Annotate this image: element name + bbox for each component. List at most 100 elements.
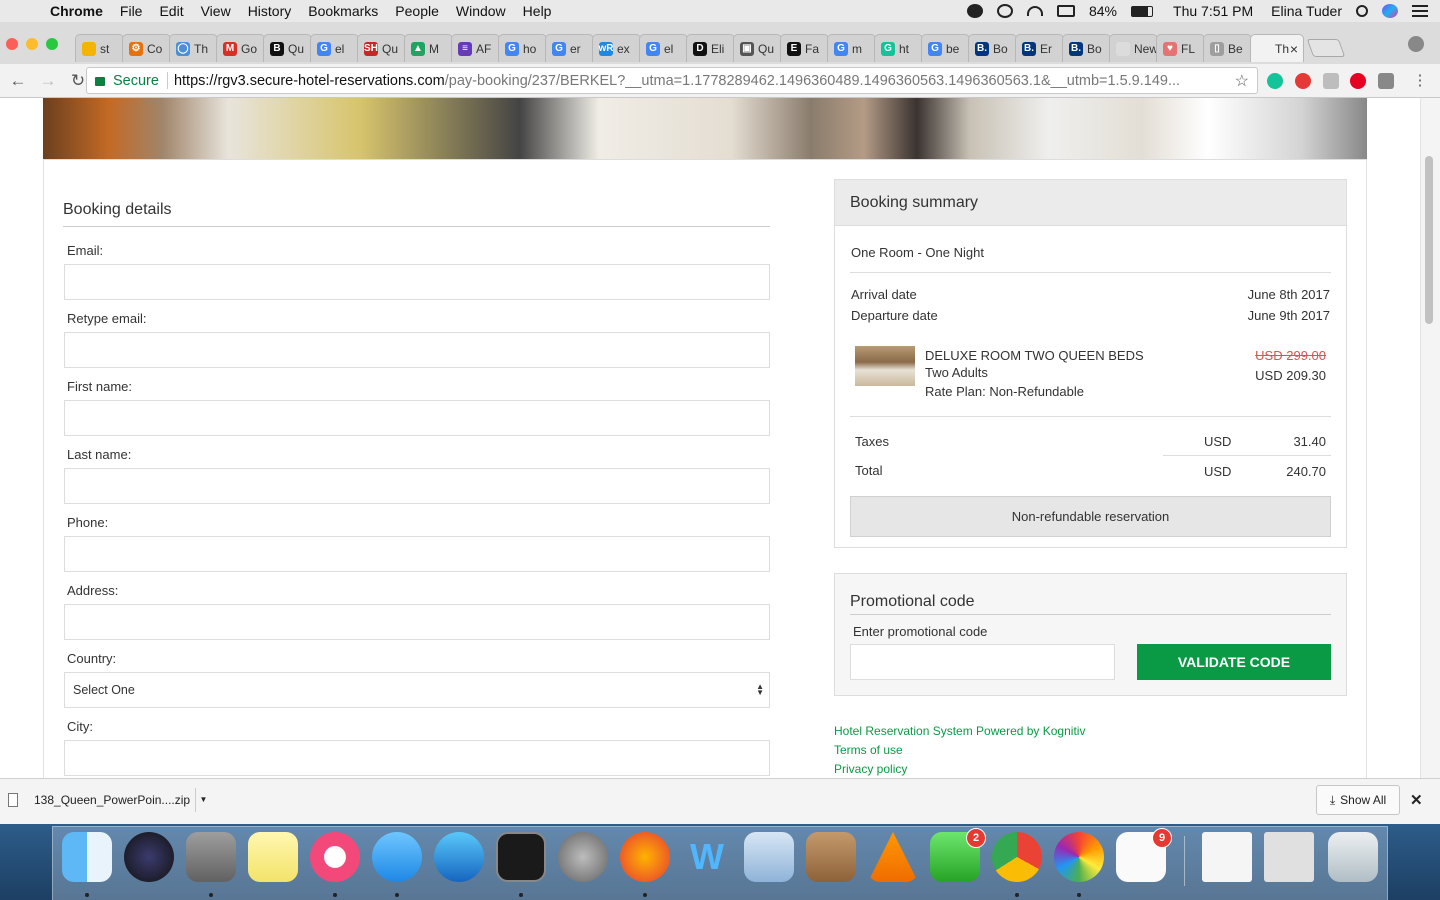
reminders-icon[interactable]: 9 bbox=[1116, 828, 1172, 882]
zoom-window-button[interactable] bbox=[46, 38, 58, 50]
browser-tab[interactable]: wR ex bbox=[592, 34, 641, 62]
browser-tab[interactable]: ♥ FL bbox=[1156, 34, 1205, 62]
close-window-button[interactable] bbox=[6, 38, 18, 50]
browser-tab[interactable]: ⚙ Co bbox=[122, 34, 171, 62]
browser-tab[interactable]: Gbe bbox=[921, 34, 970, 62]
menu-people[interactable]: People bbox=[395, 3, 439, 19]
close-tab-icon[interactable]: × bbox=[1290, 41, 1298, 57]
address-field[interactable] bbox=[64, 604, 770, 640]
powered-by-link[interactable]: Hotel Reservation System Powered by Kogn… bbox=[834, 724, 1085, 738]
retype-email-field[interactable] bbox=[64, 332, 770, 368]
browser-tab[interactable]: ≡ AF bbox=[451, 34, 500, 62]
preview-icon[interactable] bbox=[744, 832, 794, 882]
firefox-icon[interactable] bbox=[620, 832, 670, 882]
browser-tab[interactable]: B. Bo bbox=[1062, 34, 1111, 62]
promo-code-input[interactable] bbox=[850, 644, 1115, 680]
profile-icon[interactable] bbox=[1408, 36, 1424, 52]
terms-of-use-link[interactable]: Terms of use bbox=[834, 743, 903, 757]
wifi-icon[interactable] bbox=[1026, 6, 1043, 16]
menu-help[interactable]: Help bbox=[523, 3, 552, 19]
activity-monitor-icon[interactable] bbox=[496, 832, 546, 882]
forward-arrow-icon[interactable]: → bbox=[36, 71, 60, 91]
show-all-button[interactable]: ⤓ Show All bbox=[1316, 785, 1400, 815]
validate-code-button[interactable]: VALIDATE CODE bbox=[1137, 644, 1331, 680]
extension-gray-icon[interactable] bbox=[1323, 73, 1339, 89]
browser-tab[interactable]: ▯ Be bbox=[1203, 34, 1252, 62]
finder-icon[interactable] bbox=[62, 832, 112, 882]
menu-bookmarks[interactable]: Bookmarks bbox=[308, 3, 378, 19]
itunes-icon[interactable] bbox=[310, 832, 360, 882]
browser-tab[interactable]: E Fa bbox=[780, 34, 829, 62]
menubar-user[interactable]: Elina Tuder bbox=[1271, 3, 1342, 19]
browser-tab[interactable]: B. Er bbox=[1015, 34, 1064, 62]
address-bar[interactable]: Secure https://rgv3.secure-hotel-reserva… bbox=[86, 67, 1258, 94]
word-icon[interactable]: W bbox=[682, 832, 732, 882]
app-store-icon[interactable] bbox=[434, 832, 484, 882]
chrome-icon[interactable] bbox=[992, 832, 1042, 882]
browser-tab[interactable]: Gho bbox=[498, 34, 547, 62]
browser-tab[interactable]: ▲ M bbox=[404, 34, 453, 62]
menu-history[interactable]: History bbox=[248, 3, 292, 19]
menubar-clock[interactable]: Thu 7:51 PM bbox=[1173, 3, 1253, 19]
country-select[interactable]: Select One ▲ ▼ bbox=[64, 672, 770, 708]
browser-tab[interactable]: Gel bbox=[310, 34, 359, 62]
browser-tab[interactable]: Gel bbox=[639, 34, 688, 62]
notification-center-icon[interactable] bbox=[1412, 5, 1428, 17]
new-tab-button[interactable] bbox=[1306, 39, 1346, 57]
extension-badge-icon[interactable] bbox=[1295, 73, 1311, 89]
browser-tab[interactable]: SH Qu bbox=[357, 34, 406, 62]
menu-file[interactable]: File bbox=[120, 3, 143, 19]
download-menu-caret-icon[interactable]: ▼ bbox=[195, 788, 211, 812]
notification-icon[interactable] bbox=[966, 4, 983, 18]
calculator-icon[interactable] bbox=[186, 832, 236, 882]
bookmark-star-icon[interactable]: ☆ bbox=[1235, 71, 1249, 91]
download-item[interactable]: 138_Queen_PowerPoin....zip ▼ bbox=[8, 785, 207, 815]
close-download-bar-icon[interactable]: ✕ bbox=[1410, 791, 1423, 809]
privacy-policy-link[interactable]: Privacy policy bbox=[834, 762, 907, 776]
time-machine-icon[interactable] bbox=[996, 4, 1013, 18]
chrome-menu-icon[interactable]: ⋮ bbox=[1408, 71, 1432, 89]
system-preferences-icon[interactable] bbox=[558, 832, 608, 882]
first-name-field[interactable] bbox=[64, 400, 770, 436]
menu-view[interactable]: View bbox=[201, 3, 231, 19]
menu-edit[interactable]: Edit bbox=[159, 3, 183, 19]
city-field[interactable] bbox=[64, 740, 770, 776]
pinterest-icon[interactable] bbox=[1350, 73, 1366, 89]
phone-field[interactable] bbox=[64, 536, 770, 572]
browser-tab[interactable]: B. Bo bbox=[968, 34, 1017, 62]
airplay-icon[interactable] bbox=[1056, 5, 1075, 17]
notes-icon[interactable] bbox=[248, 832, 298, 882]
siri-dock-icon[interactable] bbox=[124, 832, 174, 882]
tab-active[interactable]: Th × bbox=[1250, 34, 1304, 62]
last-name-field[interactable] bbox=[64, 468, 770, 504]
grammarly-extension-icon[interactable] bbox=[1267, 73, 1283, 89]
browser-tab[interactable]: D Eli bbox=[686, 34, 735, 62]
photos-icon[interactable] bbox=[1054, 832, 1104, 882]
trash-icon[interactable] bbox=[1328, 832, 1378, 882]
siri-icon[interactable] bbox=[1382, 4, 1398, 18]
spotlight-icon[interactable] bbox=[1356, 5, 1368, 17]
browser-tab[interactable]: New bbox=[1109, 34, 1158, 62]
browser-tab[interactable]: M Go bbox=[216, 34, 265, 62]
back-arrow-icon[interactable]: ← bbox=[6, 71, 30, 91]
browser-tab[interactable]: st bbox=[75, 34, 124, 62]
email-field[interactable] bbox=[64, 264, 770, 300]
facetime-icon[interactable]: 2 bbox=[930, 828, 986, 882]
minimized-window-icon[interactable] bbox=[1264, 832, 1314, 882]
browser-tab[interactable]: Ght bbox=[874, 34, 923, 62]
minimize-window-button[interactable] bbox=[26, 38, 38, 50]
contacts-icon[interactable] bbox=[806, 832, 856, 882]
browser-tab[interactable]: Ger bbox=[545, 34, 594, 62]
document-thumbnail-icon[interactable] bbox=[1202, 832, 1252, 882]
messages-icon[interactable] bbox=[372, 832, 422, 882]
page-scrollbar[interactable] bbox=[1420, 98, 1440, 778]
browser-tab[interactable]: B Qu bbox=[263, 34, 312, 62]
extension-dark-icon[interactable] bbox=[1378, 73, 1394, 89]
battery-icon[interactable] bbox=[1131, 5, 1154, 17]
menu-app-name[interactable]: Chrome bbox=[50, 3, 103, 19]
scrollbar-thumb[interactable] bbox=[1425, 156, 1433, 324]
browser-tab[interactable]: ▣ Qu bbox=[733, 34, 782, 62]
browser-tab[interactable]: ◯ Th bbox=[169, 34, 218, 62]
browser-tab[interactable]: Gm bbox=[827, 34, 876, 62]
menu-window[interactable]: Window bbox=[456, 3, 506, 19]
